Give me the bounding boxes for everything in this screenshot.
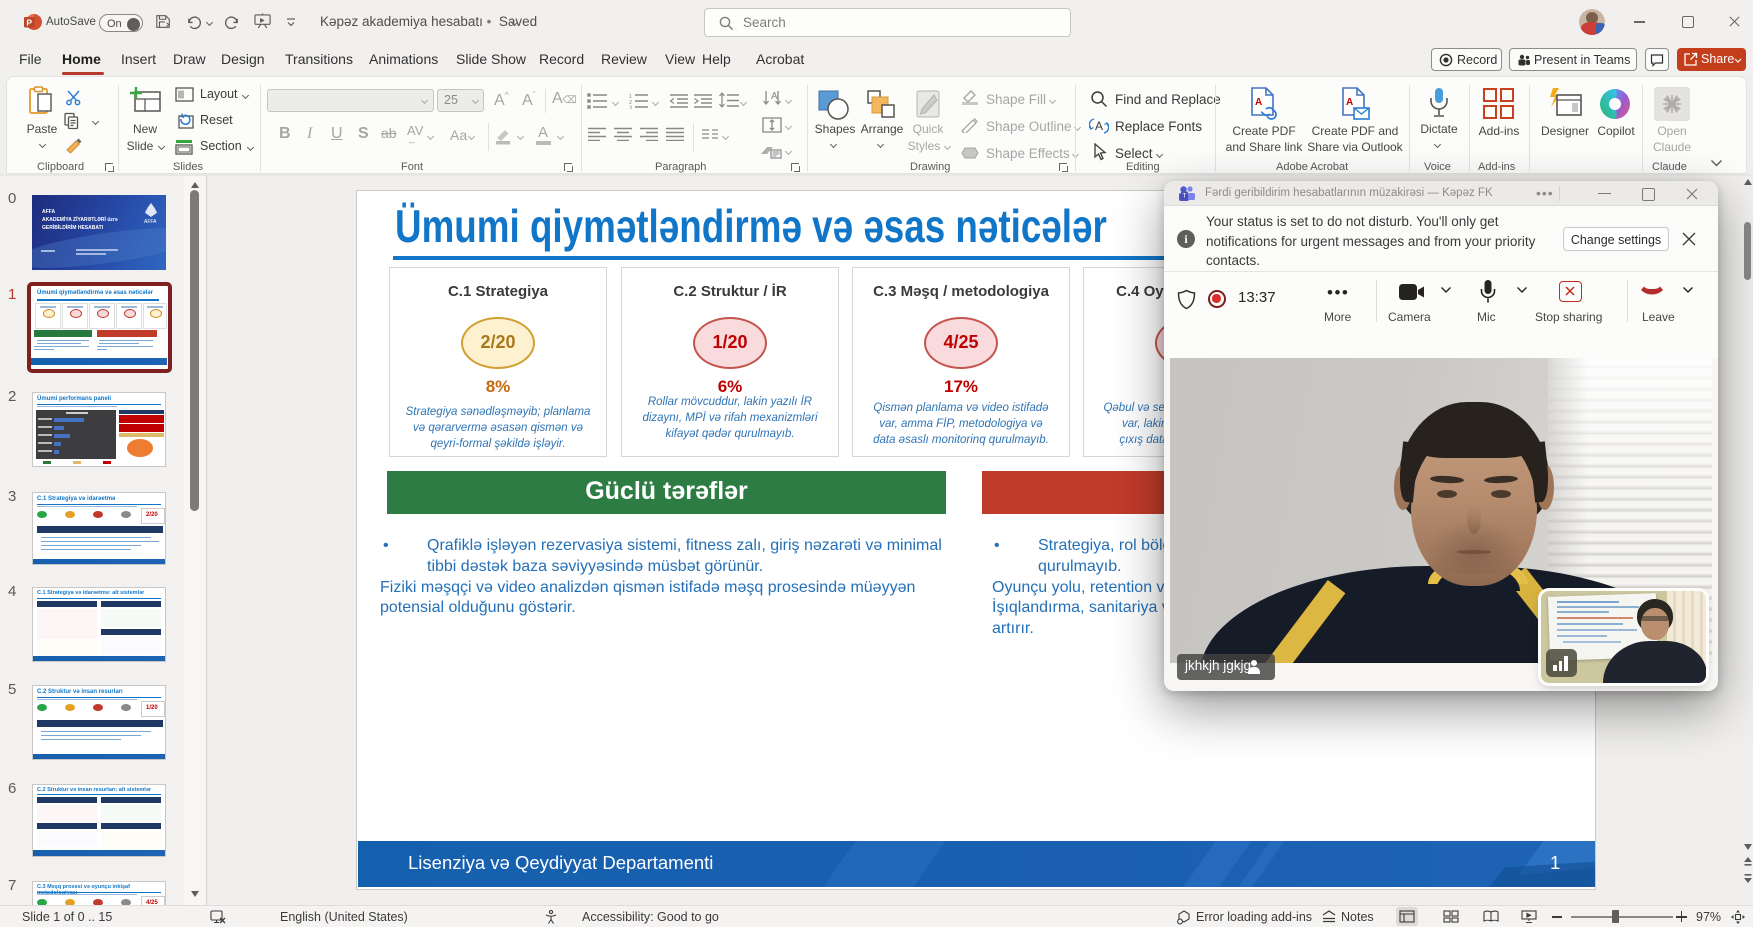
svg-text:P: P xyxy=(26,18,32,28)
svg-text:A: A xyxy=(771,91,778,102)
svg-text:A: A xyxy=(1346,97,1353,108)
svg-text:A: A xyxy=(1255,97,1262,108)
svg-text:T: T xyxy=(1183,193,1187,200)
svg-text:A: A xyxy=(1095,119,1103,133)
svg-text:3: 3 xyxy=(629,106,632,110)
